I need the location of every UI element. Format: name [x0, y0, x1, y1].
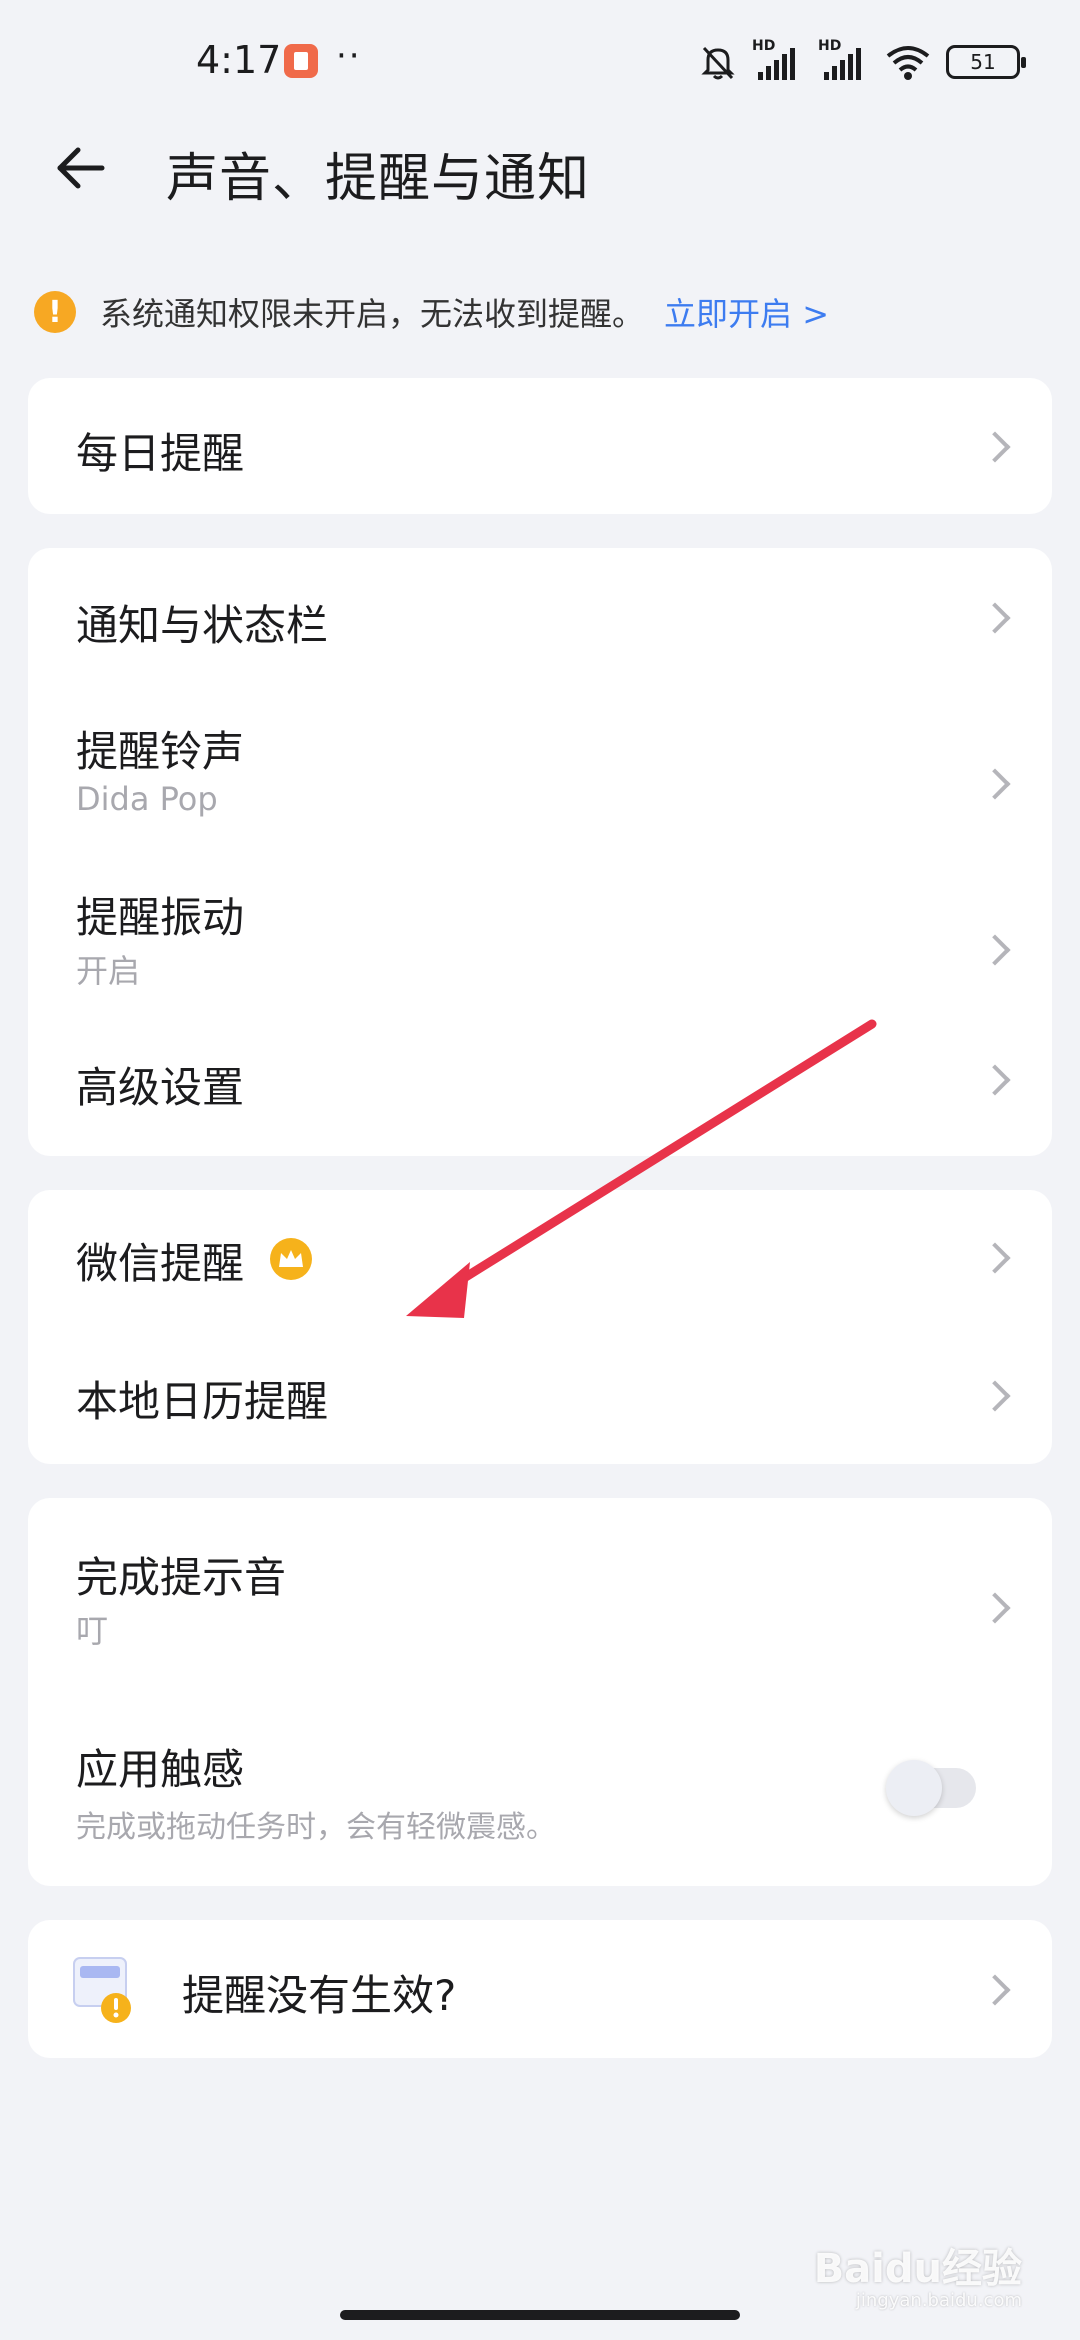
- notification-settings-card: 通知与状态栏 提醒铃声 Dida Pop 提醒振动 开启 高级设置: [28, 548, 1052, 1156]
- daily-reminder-card: 每日提醒: [28, 378, 1052, 514]
- integrations-card: 微信提醒 本地日历提醒: [28, 1190, 1052, 1464]
- reminder-not-working-item[interactable]: 提醒没有生效?: [28, 1920, 1052, 2058]
- wechat-reminder-item[interactable]: 微信提醒: [28, 1190, 1052, 1328]
- advanced-settings-item[interactable]: 高级设置: [28, 1020, 1052, 1156]
- app-notification-icon: [284, 44, 318, 78]
- wifi-icon: [886, 46, 930, 80]
- home-indicator[interactable]: [340, 2310, 740, 2320]
- toggle-knob: [886, 1760, 942, 1816]
- reminder-warning-icon: [73, 1957, 131, 2023]
- completion-sound-value: 叮: [76, 1612, 109, 1650]
- haptics-label: 应用触感: [76, 1745, 245, 1794]
- notification-statusbar-item[interactable]: 通知与状态栏: [28, 548, 1052, 688]
- chevron-right-icon: [982, 1974, 1012, 2004]
- completion-sound-item[interactable]: 完成提示音 叮: [28, 1498, 1052, 1698]
- reminder-not-working-label: 提醒没有生效?: [182, 1971, 457, 2020]
- chevron-right-icon: [982, 602, 1012, 632]
- reminder-ringtone-label: 提醒铃声: [76, 727, 245, 776]
- chevron-right-icon: [982, 1242, 1012, 1272]
- status-bar: 4:17 ·· HD HD 51: [0, 0, 1080, 120]
- help-card: 提醒没有生效?: [28, 1920, 1052, 2058]
- cell-signal-icon-2: HD: [818, 38, 870, 82]
- chevron-right-icon: [982, 934, 1012, 964]
- more-notifications-indicator: ··: [336, 36, 362, 76]
- feedback-card: 完成提示音 叮 应用触感 完成或拖动任务时，会有轻微震感。: [28, 1498, 1052, 1886]
- advanced-settings-label: 高级设置: [76, 1063, 245, 1112]
- chevron-right-icon: [982, 1064, 1012, 1094]
- reminder-vibration-item[interactable]: 提醒振动 开启: [28, 854, 1052, 1020]
- settings-page: 4:17 ·· HD HD 51 声音、提醒与通知 ! 系统通知权限未开启，无法…: [0, 0, 1080, 2340]
- completion-sound-label: 完成提示音: [76, 1553, 287, 1602]
- reminder-ringtone-value: Dida Pop: [76, 780, 218, 818]
- status-time: 4:17: [196, 38, 282, 82]
- chevron-right-icon: [982, 1592, 1012, 1622]
- chevron-right-icon: [982, 431, 1012, 461]
- warning-text: 系统通知权限未开启，无法收到提醒。: [100, 295, 645, 333]
- wechat-reminder-label: 微信提醒: [76, 1239, 245, 1288]
- reminder-ringtone-item[interactable]: 提醒铃声 Dida Pop: [28, 688, 1052, 854]
- chevron-right-icon: [982, 1380, 1012, 1410]
- cell-signal-icon: HD: [752, 38, 804, 82]
- status-icons: HD HD 51: [698, 38, 1026, 84]
- local-calendar-reminder-label: 本地日历提醒: [76, 1377, 329, 1426]
- back-arrow-icon[interactable]: [52, 138, 112, 198]
- haptics-description: 完成或拖动任务时，会有轻微震感。: [76, 1810, 556, 1845]
- baidu-watermark: Baidu经验: [813, 2246, 1022, 2292]
- reminder-vibration-value: 开启: [76, 952, 141, 990]
- haptics-item: 应用触感 完成或拖动任务时，会有轻微震感。: [28, 1698, 1052, 1886]
- local-calendar-reminder-item[interactable]: 本地日历提醒: [28, 1328, 1052, 1464]
- chevron-right-icon: [982, 768, 1012, 798]
- page-title: 声音、提醒与通知: [166, 149, 591, 209]
- daily-reminder-label: 每日提醒: [76, 429, 245, 478]
- bell-muted-icon: [701, 46, 735, 80]
- warning-icon: !: [34, 291, 76, 333]
- daily-reminder-item[interactable]: 每日提醒: [28, 378, 1052, 514]
- reminder-vibration-label: 提醒振动: [76, 893, 245, 942]
- baidu-watermark-url: jingyan.baidu.com: [855, 2290, 1022, 2311]
- premium-crown-icon: [270, 1238, 312, 1280]
- haptics-toggle[interactable]: [886, 1760, 976, 1816]
- enable-now-link[interactable]: 立即开启 >: [664, 289, 829, 335]
- notification-statusbar-label: 通知与状态栏: [76, 601, 329, 650]
- battery-indicator: 51: [946, 45, 1026, 79]
- permission-warning-banner: ! 系统通知权限未开启，无法收到提醒。 立即开启 >: [34, 290, 829, 334]
